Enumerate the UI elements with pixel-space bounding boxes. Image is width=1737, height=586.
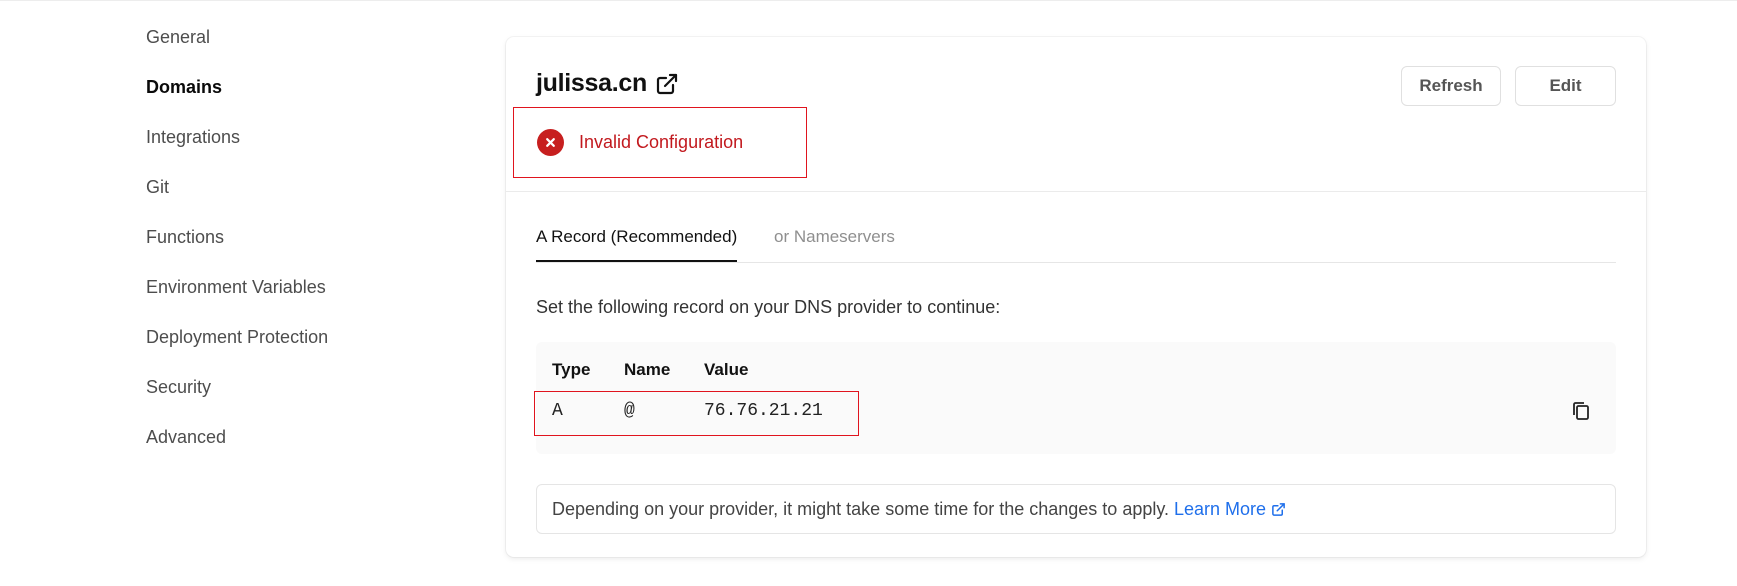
sidebar-item-domains[interactable]: Domains — [146, 72, 406, 122]
sidebar-item-general[interactable]: General — [146, 22, 406, 72]
note-text: Depending on your provider, it might tak… — [552, 498, 1170, 519]
error-x-icon — [537, 129, 564, 156]
external-link-icon[interactable] — [655, 72, 679, 96]
edit-button[interactable]: Edit — [1515, 66, 1616, 106]
sidebar-item-environment-variables[interactable]: Environment Variables — [146, 272, 406, 322]
sidebar-item-advanced[interactable]: Advanced — [146, 422, 406, 472]
copy-icon[interactable] — [1568, 398, 1594, 424]
record-type: A — [552, 401, 563, 421]
domain-title: julissa.cn — [536, 69, 679, 98]
tab-a-record[interactable]: A Record (Recommended) — [536, 226, 738, 262]
propagation-note: Depending on your provider, it might tak… — [536, 484, 1616, 534]
dns-instructions: Set the following record on your DNS pro… — [536, 297, 1001, 317]
domain-card-header: julissa.cn Refresh Edit Invalid Configur… — [506, 37, 1646, 192]
record-name: @ — [624, 401, 635, 421]
sidebar-item-git[interactable]: Git — [146, 172, 406, 222]
learn-more-link[interactable]: Learn More — [1174, 499, 1286, 520]
sidebar-item-functions[interactable]: Functions — [146, 222, 406, 272]
settings-sidebar: General Domains Integrations Git Functio… — [146, 22, 406, 472]
status-text: Invalid Configuration — [579, 132, 744, 152]
sidebar-item-security[interactable]: Security — [146, 372, 406, 422]
refresh-button[interactable]: Refresh — [1401, 66, 1501, 106]
learn-more-label: Learn More — [1174, 498, 1267, 519]
column-header-type: Type — [552, 360, 591, 379]
sidebar-item-deployment-protection[interactable]: Deployment Protection — [146, 322, 406, 372]
domain-card: julissa.cn Refresh Edit Invalid Configur… — [506, 37, 1646, 557]
column-header-name: Name — [624, 360, 671, 379]
record-tabs: A Record (Recommended) or Nameservers — [536, 226, 1616, 263]
column-header-value: Value — [704, 360, 749, 379]
external-link-icon — [1272, 502, 1285, 516]
domain-name[interactable]: julissa.cn — [536, 69, 647, 98]
top-divider — [0, 0, 1737, 1]
dns-record-table: Type Name Value A @ 76.76.21.21 — [534, 342, 1616, 454]
sidebar-item-integrations[interactable]: Integrations — [146, 122, 406, 172]
record-value[interactable]: 76.76.21.21 — [704, 401, 823, 421]
status-indicator: Invalid Configuration — [513, 107, 807, 178]
tab-nameservers[interactable]: or Nameservers — [774, 226, 895, 262]
